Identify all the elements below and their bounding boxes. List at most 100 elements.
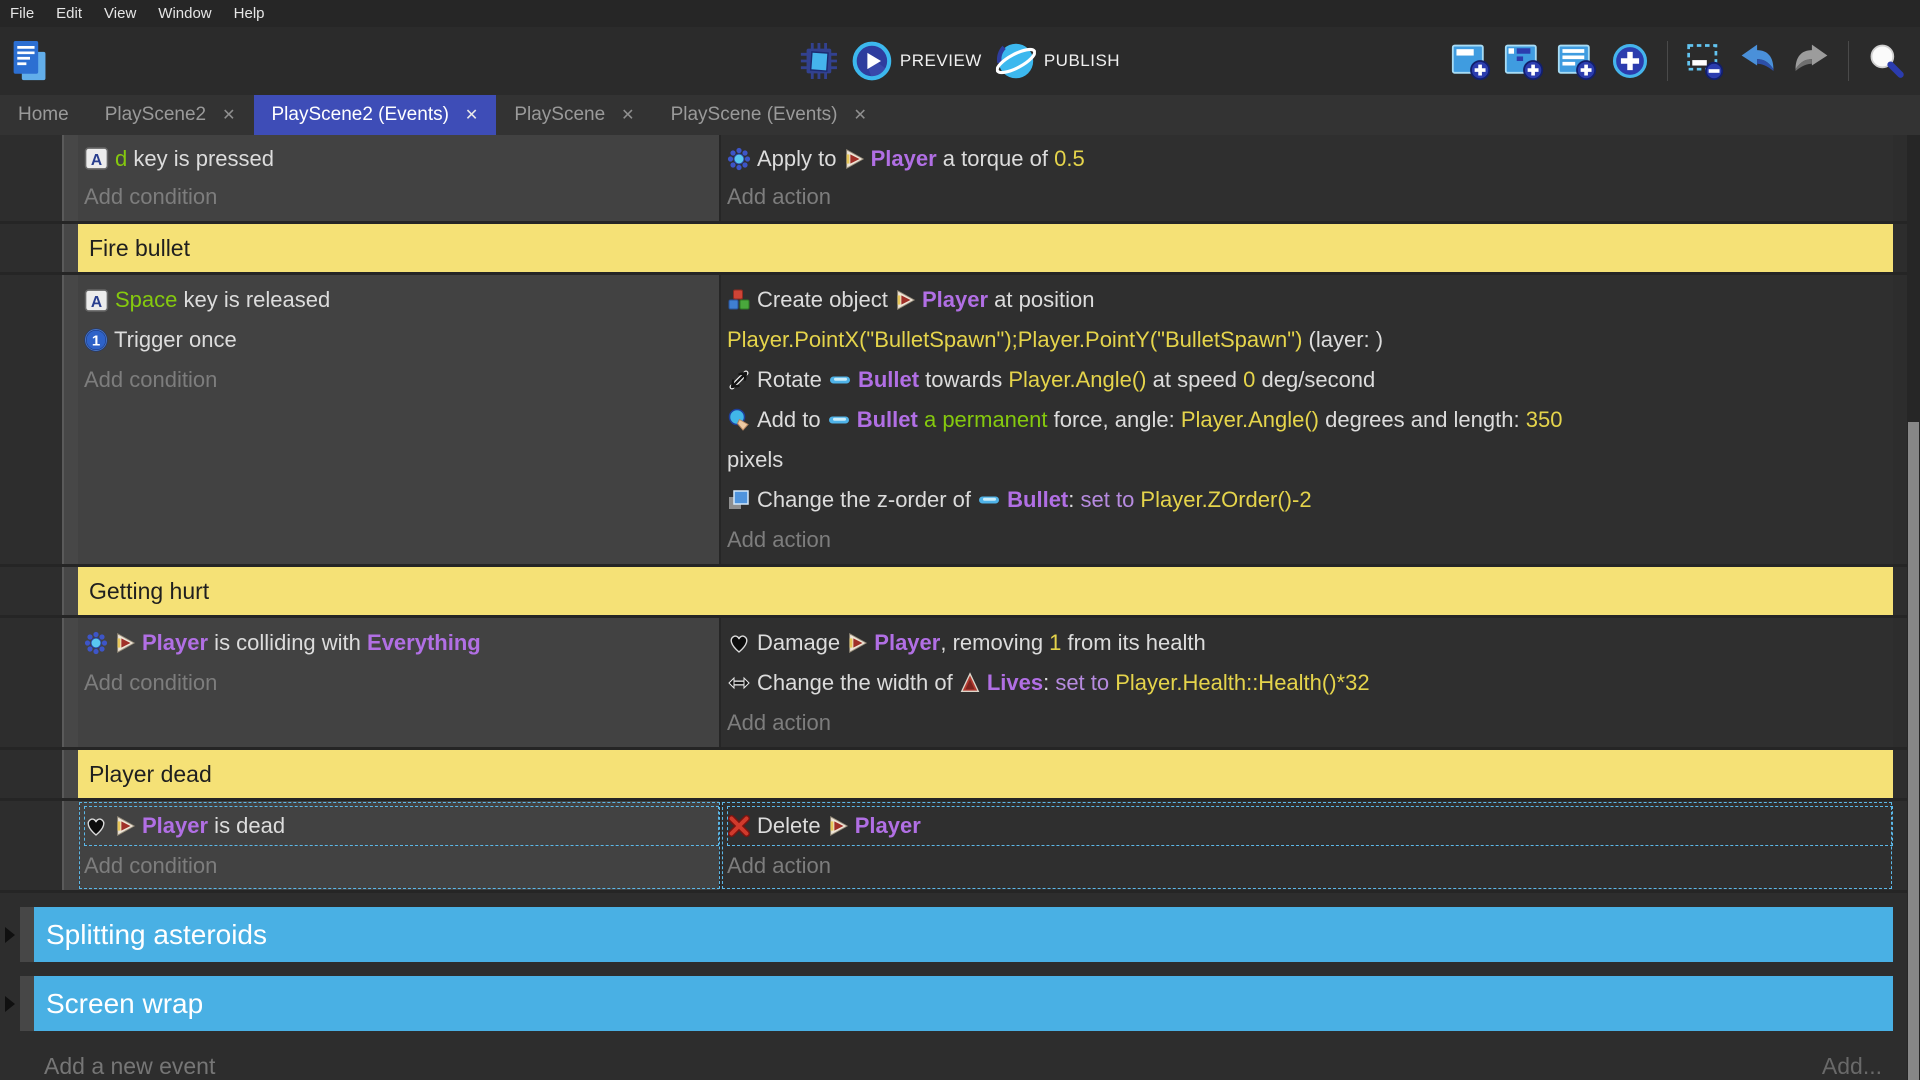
- keyboard-icon: A: [84, 288, 109, 313]
- add-action-button[interactable]: Add action: [727, 177, 1893, 217]
- action-line[interactable]: Apply to Player a torque of 0.5: [727, 140, 1893, 177]
- conditions-cell[interactable]: Ad key is pressedAdd condition: [78, 135, 721, 221]
- conditions-cell[interactable]: Player is colliding with EverythingAdd c…: [78, 618, 721, 747]
- expression: 0: [1243, 367, 1255, 393]
- tab-close-icon[interactable]: ✕: [465, 105, 478, 125]
- search-icon[interactable]: [1866, 41, 1906, 81]
- action-line[interactable]: Delete Player: [727, 806, 1893, 846]
- condition-line[interactable]: 1Trigger once: [84, 320, 719, 360]
- action-line[interactable]: Player.PointX("BulletSpawn");Player.Poin…: [727, 320, 1893, 360]
- remove-selection-icon[interactable]: [1685, 41, 1725, 81]
- text: a torque of: [937, 146, 1054, 172]
- conditions-cell[interactable]: ASpace key is released1Trigger onceAdd c…: [78, 275, 721, 564]
- comment-row[interactable]: Getting hurt: [0, 567, 1920, 618]
- undo-icon[interactable]: [1738, 41, 1778, 81]
- actions-cell[interactable]: Delete PlayerAdd action: [721, 801, 1893, 890]
- tab-playscene2-events[interactable]: PlayScene2 (Events)✕: [254, 95, 497, 135]
- comment-text[interactable]: Getting hurt: [78, 567, 1893, 615]
- operator: set to: [1081, 487, 1141, 513]
- text: Add to: [757, 407, 827, 433]
- add-event-icon[interactable]: [1451, 41, 1491, 81]
- tab-playscene-events[interactable]: PlayScene (Events)✕: [653, 95, 885, 135]
- condition-line[interactable]: ASpace key is released: [84, 280, 719, 320]
- menu-item-view[interactable]: View: [104, 5, 136, 22]
- event-drag-handle[interactable]: [62, 618, 78, 747]
- event-drag-handle[interactable]: [62, 135, 78, 221]
- add-action-button[interactable]: Add action: [727, 703, 1893, 743]
- object-name: Everything: [367, 630, 481, 656]
- group-title[interactable]: Screen wrap: [34, 976, 1893, 1031]
- action-line[interactable]: Change the z-order of Bullet: set to Pla…: [727, 480, 1893, 520]
- publish-button[interactable]: PUBLISH: [996, 41, 1120, 81]
- event-drag-handle[interactable]: [20, 976, 34, 1031]
- group-title[interactable]: Splitting asteroids: [34, 907, 1893, 962]
- comment-text[interactable]: Player dead: [78, 750, 1893, 798]
- comment-text[interactable]: Fire bullet: [78, 224, 1893, 272]
- menu-bar: File Edit View Window Help: [0, 0, 1920, 27]
- expression: Player.Angle(): [1008, 367, 1146, 393]
- text: Change the z-order of: [757, 487, 977, 513]
- event-drag-handle[interactable]: [20, 907, 34, 962]
- group-row[interactable]: Screen wrap: [0, 976, 1920, 1031]
- add-subevent-icon[interactable]: [1504, 41, 1544, 81]
- add-condition-button[interactable]: Add condition: [84, 846, 719, 886]
- tab-home[interactable]: Home: [0, 95, 87, 135]
- add-action-button[interactable]: Add action: [727, 520, 1893, 560]
- menu-item-file[interactable]: File: [10, 5, 34, 22]
- menu-item-window[interactable]: Window: [158, 5, 211, 22]
- player-object-icon: [894, 289, 916, 311]
- publish-label: PUBLISH: [1044, 51, 1120, 71]
- action-line[interactable]: Rotate Bullet towards Player.Angle() at …: [727, 360, 1893, 400]
- tab-close-icon[interactable]: ✕: [621, 105, 634, 125]
- parameter: Space: [115, 287, 177, 313]
- add-condition-button[interactable]: Add condition: [84, 177, 719, 217]
- condition-line[interactable]: Player is dead: [84, 806, 719, 846]
- debug-chip-icon[interactable]: [800, 42, 838, 80]
- add-comment-icon[interactable]: [1557, 41, 1597, 81]
- tab-close-icon[interactable]: ✕: [853, 105, 866, 125]
- add-condition-button[interactable]: Add condition: [84, 360, 719, 400]
- action-line[interactable]: Damage Player, removing 1 from its healt…: [727, 623, 1893, 663]
- fold-arrow-icon[interactable]: [5, 996, 15, 1012]
- action-line[interactable]: Add to Bullet a permanent force, angle: …: [727, 400, 1893, 440]
- add-button[interactable]: Add...: [1822, 1053, 1882, 1080]
- player-object-icon: [114, 632, 136, 654]
- project-manager-icon[interactable]: [10, 38, 50, 84]
- preview-play-icon: [852, 41, 892, 81]
- condition-line[interactable]: Player is colliding with Everything: [84, 623, 719, 663]
- vertical-scrollbar[interactable]: [1907, 135, 1920, 1080]
- add-condition-button[interactable]: Add condition: [84, 663, 719, 703]
- expression: Player.Angle(): [1181, 407, 1319, 433]
- actions-cell[interactable]: Apply to Player a torque of 0.5Add actio…: [721, 135, 1893, 221]
- action-line[interactable]: pixels: [727, 440, 1893, 480]
- fold-arrow-icon[interactable]: [5, 927, 15, 943]
- event-drag-handle[interactable]: [62, 801, 78, 890]
- text: force, angle:: [1048, 407, 1181, 433]
- menu-item-help[interactable]: Help: [234, 5, 265, 22]
- preview-button[interactable]: PREVIEW: [852, 41, 982, 81]
- text: Change the width of: [757, 670, 959, 696]
- event-drag-handle[interactable]: [62, 567, 78, 615]
- comment-row[interactable]: Player dead: [0, 750, 1920, 801]
- scrollbar-thumb[interactable]: [1908, 422, 1919, 1080]
- add-action-button[interactable]: Add action: [727, 846, 1893, 886]
- tab-playscene2[interactable]: PlayScene2✕: [87, 95, 254, 135]
- action-line[interactable]: Create object Player at position: [727, 280, 1893, 320]
- event-drag-handle[interactable]: [62, 750, 78, 798]
- action-line[interactable]: Change the width of Lives: set to Player…: [727, 663, 1893, 703]
- comment-row[interactable]: Fire bullet: [0, 224, 1920, 275]
- tab-close-icon[interactable]: ✕: [222, 105, 235, 125]
- group-row[interactable]: Splitting asteroids: [0, 907, 1920, 962]
- conditions-cell[interactable]: Player is deadAdd condition: [78, 801, 721, 890]
- add-choose-icon[interactable]: [1610, 41, 1650, 81]
- event-drag-handle[interactable]: [62, 224, 78, 272]
- add-new-event-button[interactable]: Add a new event: [44, 1053, 215, 1080]
- redo-icon[interactable]: [1791, 41, 1831, 81]
- condition-line[interactable]: Ad key is pressed: [84, 140, 719, 177]
- menu-item-edit[interactable]: Edit: [56, 5, 82, 22]
- object-name: Player: [874, 630, 940, 656]
- event-drag-handle[interactable]: [62, 275, 78, 564]
- actions-cell[interactable]: Damage Player, removing 1 from its healt…: [721, 618, 1893, 747]
- tab-playscene[interactable]: PlayScene✕: [496, 95, 652, 135]
- actions-cell[interactable]: Create object Player at positionPlayer.P…: [721, 275, 1893, 564]
